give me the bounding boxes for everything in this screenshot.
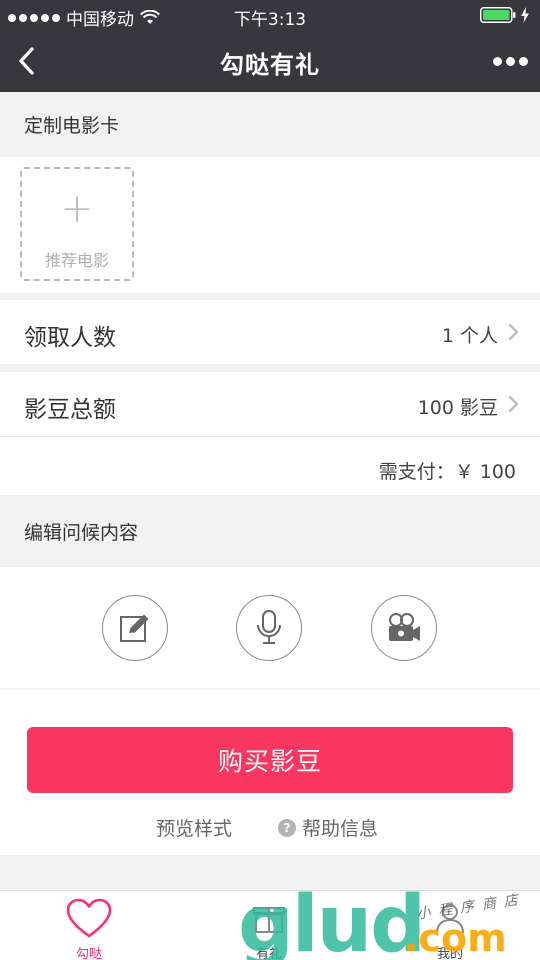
greeting-section-header: 编辑问候内容	[0, 495, 540, 567]
status-right	[480, 7, 530, 23]
question-mark-icon: ?	[278, 818, 296, 837]
tab-mine-label: 我的	[436, 947, 463, 960]
microphone-icon	[257, 610, 281, 644]
preview-style-link[interactable]: 预览样式	[156, 814, 232, 841]
tab-gifts-label: 有礼	[255, 947, 282, 960]
helper-links: 预览样式 ? 帮助信息	[0, 814, 540, 840]
buy-beans-button[interactable]: 购买影豆	[27, 727, 513, 793]
custom-card-section-title: 定制电影卡	[24, 115, 120, 137]
greeting-section-title: 编辑问候内容	[24, 521, 139, 544]
tab-gouda[interactable]: 勾哒	[29, 891, 149, 960]
payment-row: 需支付：￥ 100	[0, 437, 540, 495]
text-greeting-button[interactable]	[102, 595, 168, 661]
recipients-row[interactable]: 领取人数 1 个人	[0, 300, 540, 364]
greeting-options	[0, 567, 540, 688]
gift-icon	[253, 907, 285, 933]
voice-greeting-button[interactable]	[236, 595, 302, 661]
help-info-link[interactable]: ? 帮助信息	[278, 814, 378, 841]
battery-icon	[480, 7, 516, 23]
add-icon: +	[60, 186, 94, 232]
more-dot-icon	[505, 56, 515, 66]
page-title: 勾哒有礼	[220, 51, 320, 79]
beans-total-label: 影豆总额	[24, 397, 116, 423]
charging-icon	[521, 7, 529, 23]
status-time: 下午3:13	[233, 10, 307, 30]
chevron-right-icon	[508, 395, 519, 413]
heart-icon	[66, 898, 112, 938]
beans-total-row[interactable]: 影豆总额 100 影豆	[0, 372, 540, 436]
tab-gouda-label: 勾哒	[75, 947, 102, 960]
beans-total-value: 100 影豆	[417, 397, 498, 419]
help-info-label: 帮助信息	[302, 818, 379, 840]
tab-bar: 勾哒 有礼 我的	[0, 890, 540, 960]
tab-mine[interactable]: 我的	[390, 891, 510, 960]
edit-icon	[120, 614, 149, 642]
tab-gifts[interactable]: 有礼	[209, 891, 329, 960]
status-bar: 中国移动 下午3:13	[0, 0, 540, 30]
recipients-value: 1 个人	[441, 325, 498, 347]
custom-card-section-header: 定制电影卡	[0, 92, 540, 157]
custom-card-area: + 推荐电影	[0, 157, 540, 293]
payment-amount: 需支付：￥ 100	[378, 461, 516, 483]
more-dot-icon	[518, 56, 528, 66]
user-icon	[436, 904, 464, 934]
purchase-area: 购买影豆 预览样式 ? 帮助信息	[0, 690, 540, 855]
recipients-label: 领取人数	[24, 325, 116, 351]
more-dot-icon	[492, 56, 502, 66]
navigation-bar: 勾哒有礼	[0, 30, 540, 92]
chevron-right-icon	[508, 323, 519, 341]
recommend-movie-label: 推荐电影	[44, 251, 109, 270]
spacer	[0, 855, 540, 890]
more-menu-button[interactable]	[490, 48, 530, 74]
video-greeting-button[interactable]	[371, 595, 437, 661]
video-camera-icon	[389, 613, 420, 641]
recommend-movie-slot[interactable]: + 推荐电影	[20, 167, 134, 281]
